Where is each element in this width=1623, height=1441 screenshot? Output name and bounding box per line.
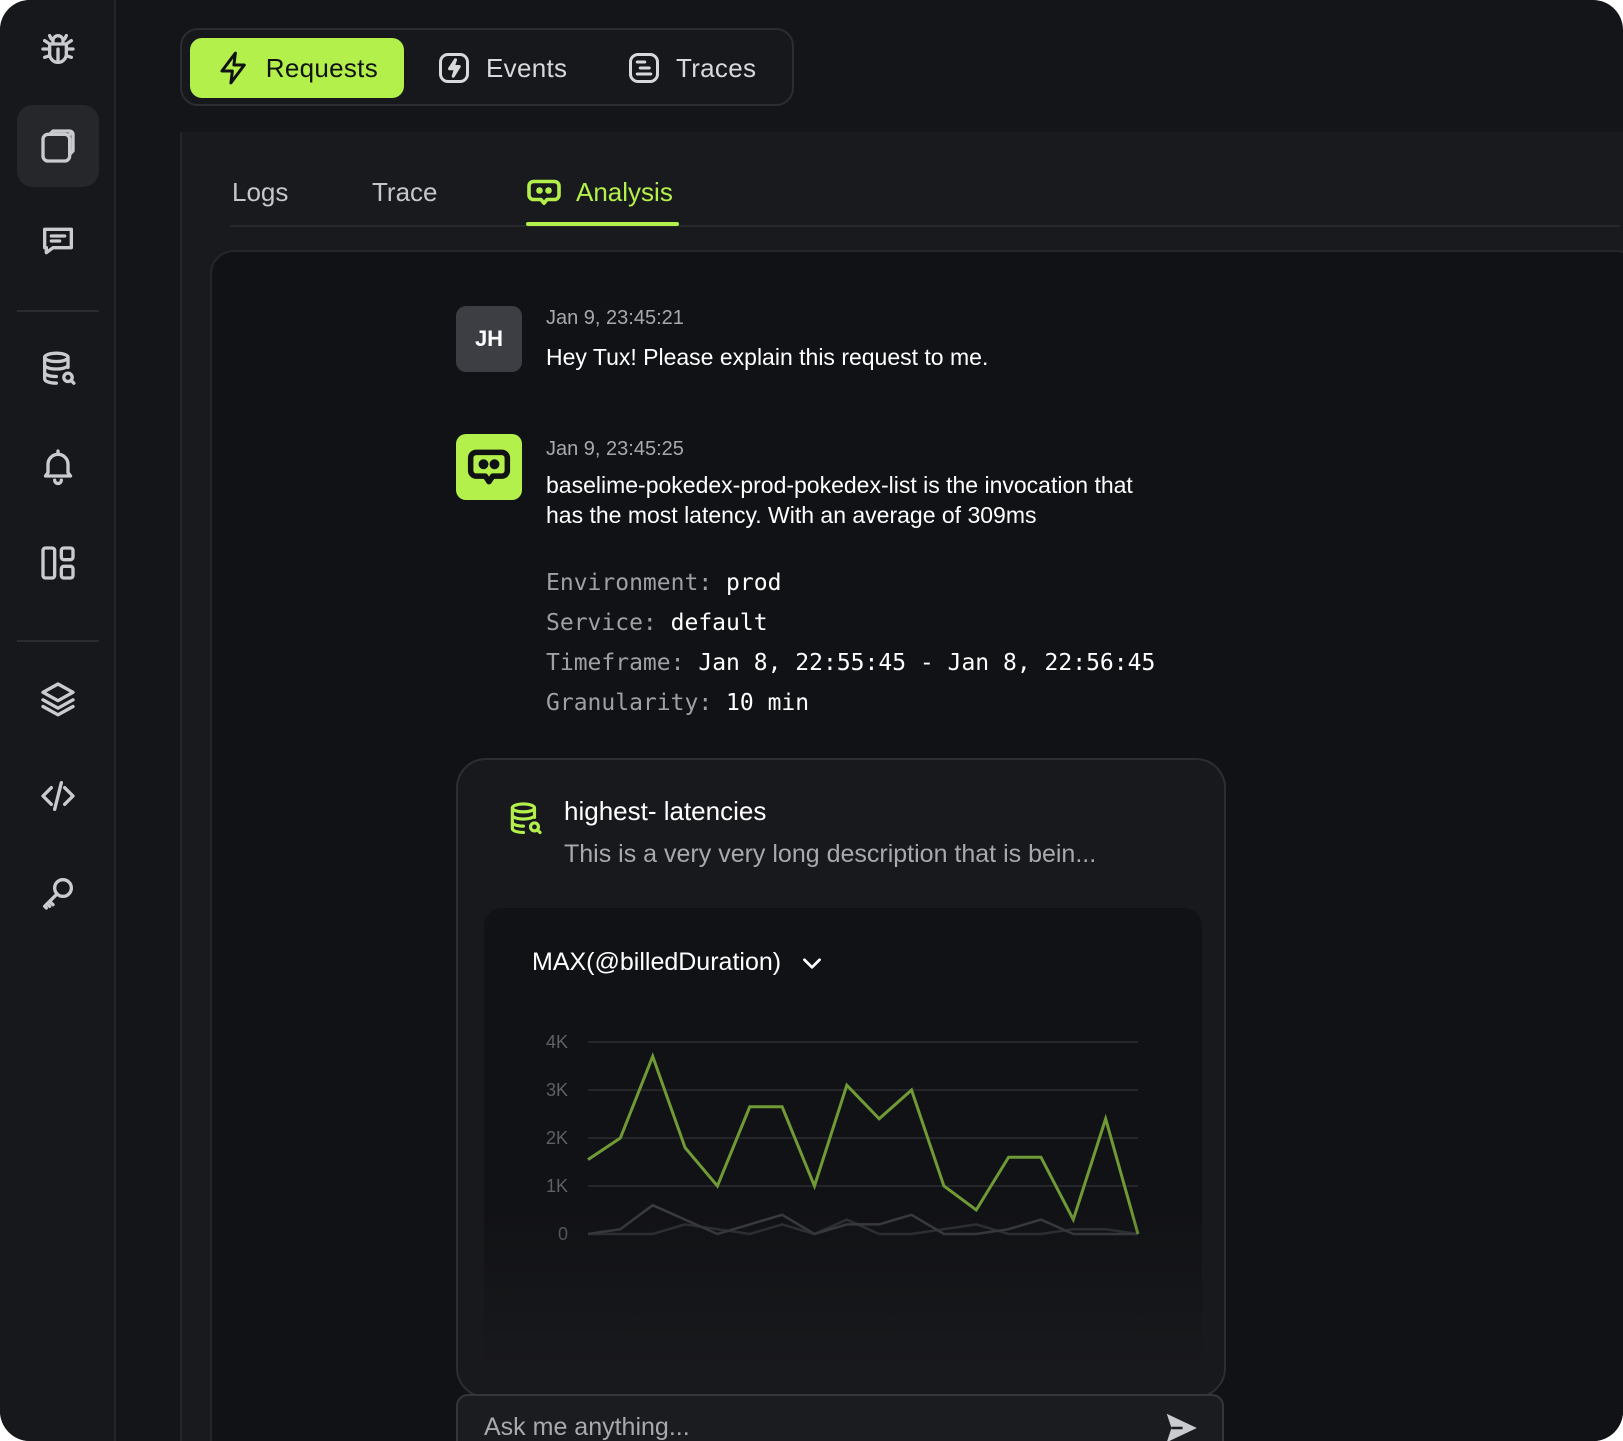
detail-value: prod (726, 570, 782, 596)
detail-environment: Environment: prod (546, 570, 781, 596)
tab-requests[interactable]: Requests (190, 38, 404, 98)
detail-granularity: Granularity: 10 min (546, 690, 809, 716)
ask-input-box (456, 1394, 1224, 1441)
y-tick-label: 2K (546, 1128, 568, 1148)
tab-logs-label: Logs (232, 176, 289, 207)
y-tick-label: 0 (558, 1224, 568, 1244)
code-icon (41, 781, 75, 811)
bug-icon (41, 34, 75, 64)
tab-requests-label: Requests (265, 52, 378, 83)
bot-icon (467, 449, 511, 485)
tab-analysis-label: Analysis (576, 176, 673, 207)
ask-input[interactable] (484, 1396, 1124, 1441)
chat-icon (43, 227, 74, 255)
tab-trace-label: Trace (372, 176, 438, 207)
sidebar-divider (17, 640, 99, 642)
bolt-square-icon (439, 53, 469, 83)
sidebar-item-bug[interactable] (17, 8, 99, 90)
series-line (587, 1052, 1140, 1235)
y-tick-label: 3K (546, 1080, 568, 1100)
tab-logs[interactable]: Logs (232, 170, 288, 214)
tab-events[interactable]: Events (410, 38, 593, 98)
sidebar-item-queries[interactable] (17, 328, 99, 410)
message-timestamp: Jan 9, 23:45:21 (546, 307, 684, 329)
detail-value: Jan 8, 22:55:45 - Jan 8, 22:56:45 (698, 650, 1156, 676)
query-title: highest- latencies (564, 796, 767, 826)
message-text: Hey Tux! Please explain this request to … (546, 344, 989, 370)
sidebar (0, 0, 116, 1441)
tab-trace[interactable]: Trace (372, 170, 438, 214)
query-card[interactable]: highest- latencies This is a very very l… (456, 758, 1226, 1398)
view-switcher: Requests Events Traces (180, 28, 794, 106)
tab-traces-label: Traces (676, 52, 757, 83)
avatar: JH (456, 306, 522, 372)
tab-events-label: Events (486, 52, 568, 83)
bot-icon (527, 179, 561, 206)
detail-key: Timeframe: (546, 650, 685, 676)
sidebar-item-requests[interactable] (17, 105, 99, 187)
lightning-icon (220, 51, 246, 85)
sidebar-item-alerts[interactable] (17, 425, 99, 507)
sidebar-item-chat[interactable] (17, 200, 99, 282)
detail-timeframe: Timeframe: Jan 8, 22:55:45 - Jan 8, 22:5… (546, 650, 1155, 676)
active-tab-indicator (526, 222, 679, 226)
tab-analysis[interactable]: Analysis (526, 170, 673, 214)
send-icon (1166, 1413, 1197, 1441)
detail-key: Granularity: (546, 690, 713, 716)
cube-icon (41, 129, 75, 163)
database-search-icon (43, 351, 76, 385)
message-text-line-2: has the most latency. With an average of… (546, 502, 1037, 528)
y-tick-label: 1K (546, 1176, 568, 1196)
list-square-icon (629, 53, 659, 83)
detail-service: Service: default (546, 610, 768, 636)
sidebar-item-layers[interactable] (17, 658, 99, 740)
tabs-divider (230, 225, 1620, 227)
detail-value: default (670, 610, 768, 636)
bot-avatar (456, 434, 522, 500)
send-button[interactable] (1162, 1409, 1200, 1441)
app-window: Requests Events Traces Logs Trace Analys… (0, 0, 1623, 1441)
latency-line-chart: 4K 3K 2K 1K 0 (546, 1032, 1140, 1244)
analysis-chat: JH Jan 9, 23:45:21 Hey Tux! Please expla… (210, 250, 1623, 1441)
detail-key: Environment: (546, 570, 713, 596)
key-icon (43, 878, 73, 910)
detail-key: Service: (546, 610, 657, 636)
request-detail-panel: Logs Trace Analysis JH Jan 9, 23:45:21 H… (180, 132, 1623, 1441)
y-tick-label: 4K (546, 1032, 568, 1052)
tab-traces[interactable]: Traces (600, 38, 782, 98)
query-description: This is a very very long description tha… (564, 840, 1097, 868)
sidebar-item-code[interactable] (17, 755, 99, 837)
detail-value: 10 min (726, 690, 810, 716)
avatar-initials: JH (474, 326, 504, 351)
bell-icon (43, 449, 73, 486)
dashboard-icon (41, 546, 75, 580)
chart-container: MAX(@billedDuration) 4K 3K 2K 1K 0 (484, 908, 1202, 1396)
sidebar-item-keys[interactable] (17, 852, 99, 934)
database-search-icon (506, 800, 544, 838)
message-text-line-1: baselime-pokedex-prod-pokedex-list is th… (546, 472, 1133, 498)
sidebar-divider (17, 310, 99, 312)
message-timestamp: Jan 9, 23:45:25 (546, 438, 684, 460)
layers-icon (41, 682, 75, 717)
sidebar-item-dashboards[interactable] (17, 522, 99, 604)
